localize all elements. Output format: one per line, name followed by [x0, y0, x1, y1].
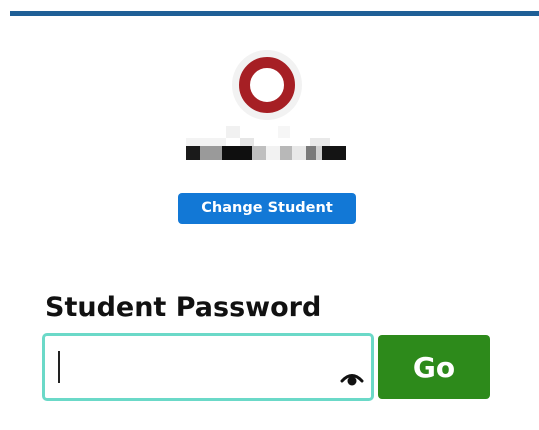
avatar-ring-icon: [239, 57, 295, 113]
student-name-obscured: [186, 126, 350, 164]
student-avatar: [232, 50, 302, 120]
student-password-label: Student Password: [45, 292, 322, 323]
change-student-button[interactable]: Change Student: [178, 193, 356, 224]
eye-icon: [340, 374, 364, 386]
password-input[interactable]: [55, 344, 325, 390]
password-field-container[interactable]: [42, 333, 374, 401]
go-button[interactable]: Go: [378, 335, 490, 399]
show-password-toggle[interactable]: [340, 368, 364, 388]
text-caret: [58, 351, 60, 383]
top-accent-bar: [10, 11, 539, 16]
